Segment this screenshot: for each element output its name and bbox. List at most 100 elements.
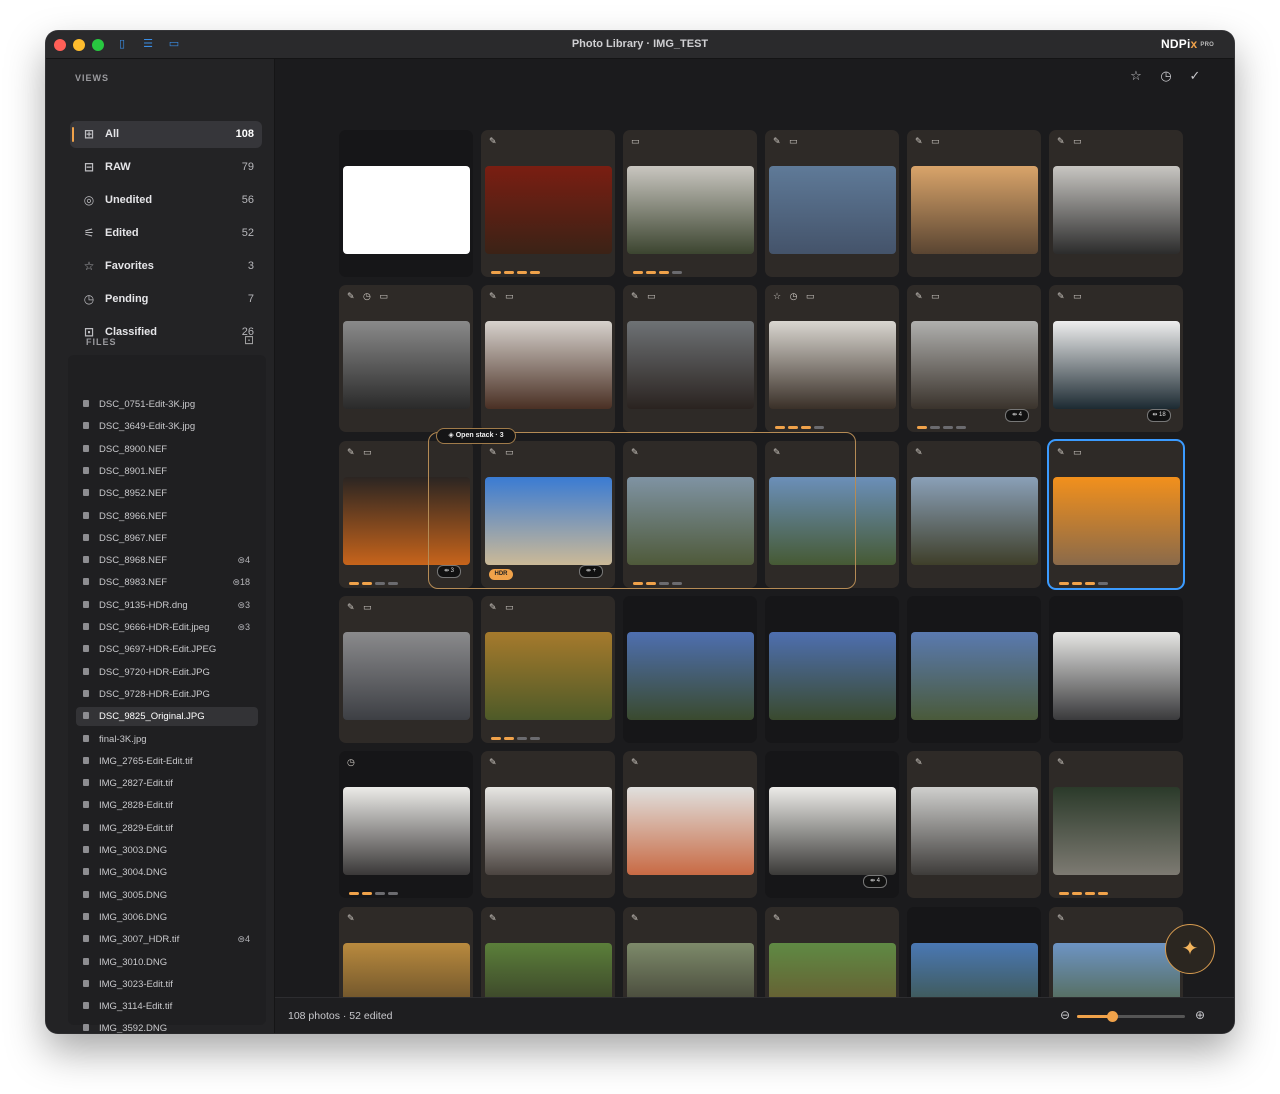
photo-thumbnail[interactable]	[485, 787, 612, 876]
photo-card[interactable]	[765, 595, 899, 743]
photo-thumbnail[interactable]	[485, 631, 612, 720]
stack-count-badge[interactable]: ⇹ 4	[1005, 409, 1029, 423]
file-item[interactable]: DSC_8968.NEF ⊜4	[76, 551, 258, 570]
zoom-slider-knob[interactable]	[1106, 1011, 1118, 1022]
photo-thumbnail[interactable]	[1053, 787, 1180, 876]
photo-thumbnail[interactable]	[911, 476, 1038, 565]
photo-thumbnail[interactable]	[343, 321, 470, 410]
photo-thumbnail[interactable]	[485, 321, 612, 410]
file-item[interactable]: DSC_0751-Edit-3K.jpg	[76, 395, 258, 414]
file-item[interactable]: DSC_8983.NEF ⊜18	[76, 573, 258, 592]
ai-assistant-button[interactable]: ✦	[1165, 924, 1215, 974]
photo-thumbnail[interactable]	[1053, 631, 1180, 720]
photo-card[interactable]: ☆ ◷ ▭	[765, 285, 899, 433]
file-item[interactable]: final-3K.jpg	[76, 730, 258, 749]
photo-card[interactable]	[339, 130, 473, 277]
file-item[interactable]: DSC_9697-HDR-Edit.JPEG	[76, 640, 258, 659]
photo-card[interactable]: ⇹ 4	[765, 751, 899, 899]
photo-thumbnail[interactable]	[769, 166, 896, 254]
photo-thumbnail[interactable]	[343, 166, 470, 254]
file-item[interactable]: DSC_9720-HDR-Edit.JPG	[76, 663, 258, 682]
photo-card[interactable]: ✎	[623, 751, 757, 899]
photo-card[interactable]	[1049, 595, 1183, 743]
file-item[interactable]: DSC_9825_Original.JPG	[76, 707, 258, 727]
photo-thumbnail[interactable]	[1053, 476, 1180, 565]
photo-thumbnail[interactable]	[911, 321, 1038, 410]
sidebar-item-edited[interactable]: ⚟ Edited 52	[70, 220, 262, 247]
sidebar-item-raw[interactable]: ⊟ RAW 79	[70, 154, 262, 181]
history-icon[interactable]: ◷	[1157, 67, 1175, 85]
file-item[interactable]: IMG_3005.DNG	[76, 886, 258, 905]
photo-thumbnail[interactable]	[769, 321, 896, 410]
file-item[interactable]: IMG_2827-Edit.tif	[76, 774, 258, 793]
photo-thumbnail[interactable]	[627, 787, 754, 876]
file-item[interactable]: DSC_8900.NEF	[76, 440, 258, 459]
photo-thumbnail[interactable]	[1053, 321, 1180, 410]
photo-thumbnail[interactable]	[1053, 166, 1180, 254]
file-item[interactable]: DSC_8952.NEF	[76, 484, 258, 503]
photo-card[interactable]: ✎ ▭	[1049, 130, 1183, 277]
file-item[interactable]: IMG_3003.DNG	[76, 841, 258, 860]
file-item[interactable]: IMG_3004.DNG	[76, 863, 258, 882]
photo-card[interactable]	[623, 595, 757, 743]
photo-thumbnail[interactable]	[343, 631, 470, 720]
photo-thumbnail[interactable]	[485, 942, 612, 1005]
zoom-in-icon[interactable]: ⊕	[1193, 1008, 1207, 1022]
file-item[interactable]: DSC_9728-HDR-Edit.JPG	[76, 685, 258, 704]
photo-card[interactable]: ✎	[1049, 906, 1183, 1005]
photo-thumbnail[interactable]	[343, 787, 470, 876]
photo-card[interactable]: ✎ ▭	[339, 595, 473, 743]
photo-thumbnail[interactable]	[911, 631, 1038, 720]
stack-count-badge[interactable]: ⇹ 4	[863, 875, 887, 889]
photo-card[interactable]: ✎	[339, 906, 473, 1005]
photo-thumbnail[interactable]	[627, 166, 754, 254]
photo-card[interactable]: ◷	[339, 751, 473, 899]
photo-card[interactable]	[907, 906, 1041, 1005]
stack-count-badge[interactable]: ⇹ 18	[1147, 409, 1171, 423]
file-item[interactable]: DSC_9135-HDR.dng ⊜3	[76, 596, 258, 615]
photo-card[interactable]: ✎	[1049, 751, 1183, 899]
photo-thumbnail[interactable]	[627, 631, 754, 720]
sidebar-item-favorites[interactable]: ☆ Favorites 3	[70, 253, 262, 280]
photo-thumbnail[interactable]	[769, 787, 896, 876]
photo-thumbnail[interactable]	[1053, 942, 1180, 1005]
photo-thumbnail[interactable]	[911, 787, 1038, 876]
photo-card[interactable]: ✎ ▭ ⇹ 18	[1049, 285, 1183, 433]
file-item[interactable]: IMG_3592.DNG	[76, 1019, 258, 1033]
photo-thumbnail[interactable]	[769, 942, 896, 1005]
file-item[interactable]: IMG_2765-Edit-Edit.tif	[76, 752, 258, 771]
sidebar-item-pending[interactable]: ◷ Pending 7	[70, 286, 262, 313]
file-item[interactable]: DSC_8967.NEF	[76, 529, 258, 548]
photo-card[interactable]: ✎	[907, 751, 1041, 899]
photo-thumbnail[interactable]	[769, 631, 896, 720]
file-item[interactable]: IMG_3114-Edit.tif	[76, 997, 258, 1016]
sidebar-item-all[interactable]: ⊞ All 108	[70, 121, 262, 148]
file-item[interactable]: IMG_3023-Edit.tif	[76, 975, 258, 994]
file-item[interactable]: DSC_8966.NEF	[76, 507, 258, 526]
file-item[interactable]: DSC_8901.NEF	[76, 462, 258, 481]
photo-thumbnail[interactable]	[911, 942, 1038, 1005]
photo-card[interactable]: ✎ ▭ ⇹ 4	[907, 285, 1041, 433]
file-item[interactable]: DSC_9666-HDR-Edit.jpeg ⊜3	[76, 618, 258, 637]
file-item[interactable]: IMG_3010.DNG	[76, 953, 258, 972]
photo-card[interactable]: ▭	[623, 130, 757, 277]
file-item[interactable]: IMG_2829-Edit.tif	[76, 819, 258, 838]
photo-card[interactable]: ✎ ▭	[907, 130, 1041, 277]
photo-thumbnail[interactable]	[627, 321, 754, 410]
photo-card[interactable]: ✎	[481, 906, 615, 1005]
photo-card[interactable]: ✎ ▭	[481, 285, 615, 433]
photo-card[interactable]: ✎	[481, 130, 615, 277]
photo-card[interactable]: ✎ ◷ ▭	[339, 285, 473, 433]
favorite-icon[interactable]: ☆	[1127, 67, 1145, 85]
file-item[interactable]: IMG_3007_HDR.tif ⊜4	[76, 930, 258, 949]
file-item[interactable]: DSC_3649-Edit-3K.jpg	[76, 417, 258, 436]
photo-thumbnail[interactable]	[627, 942, 754, 1005]
photo-card[interactable]: ✎ ▭	[1049, 440, 1183, 588]
files-options-icon[interactable]: ⊡	[244, 333, 254, 347]
photo-card[interactable]: ✎	[765, 906, 899, 1005]
photo-card[interactable]: ✎ ▭	[481, 595, 615, 743]
photo-thumbnail[interactable]	[343, 942, 470, 1005]
check-icon[interactable]: ✓	[1186, 67, 1204, 85]
photo-card[interactable]: ✎	[623, 906, 757, 1005]
file-item[interactable]: IMG_2828-Edit.tif	[76, 796, 258, 815]
